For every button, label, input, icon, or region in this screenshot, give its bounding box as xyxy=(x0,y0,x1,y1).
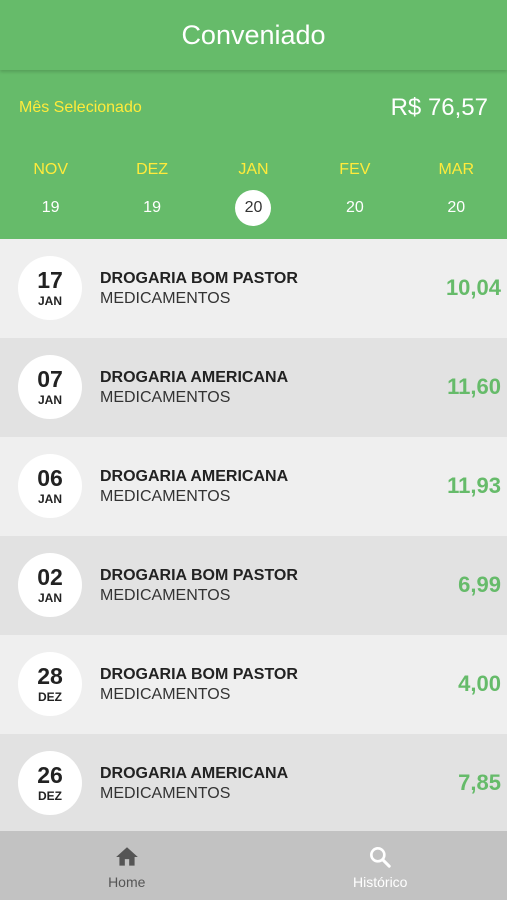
transaction-row[interactable]: 17 JAN DROGARIA BOM PASTOR MEDICAMENTOS … xyxy=(0,239,507,338)
month-tab-jan[interactable]: JAN 20 xyxy=(203,160,304,230)
transaction-amount: 10,04 xyxy=(445,275,501,300)
month-year: 20 xyxy=(447,199,466,216)
transaction-day: 07 xyxy=(37,366,63,392)
date-badge: 06 JAN xyxy=(18,454,82,518)
transaction-month: JAN xyxy=(37,294,62,308)
month-summary: Mês Selecionado R$ 76,57 NOV 19 DEZ 19 J… xyxy=(0,70,507,239)
month-year: 20 xyxy=(345,199,364,216)
month-year: 19 xyxy=(143,199,161,216)
date-badge: 28 DEZ xyxy=(18,652,82,716)
transaction-row[interactable]: 02 JAN DROGARIA BOM PASTOR MEDICAMENTOS … xyxy=(0,536,507,635)
transaction-category: MEDICAMENTOS xyxy=(100,587,231,604)
month-tab-mar[interactable]: MAR 20 xyxy=(406,160,507,230)
month-name: DEZ xyxy=(136,161,169,178)
date-badge: 02 JAN xyxy=(18,553,82,617)
tab-historico[interactable]: Histórico xyxy=(254,831,507,900)
search-icon xyxy=(370,847,391,868)
page-title: Conveniado xyxy=(181,19,326,50)
transaction-day: 28 xyxy=(37,663,63,689)
transaction-month: JAN xyxy=(37,492,62,506)
home-icon xyxy=(115,847,138,866)
transaction-info: DROGARIA AMERICANA MEDICAMENTOS xyxy=(100,764,288,804)
transaction-month: JAN xyxy=(37,591,62,605)
transaction-info: DROGARIA AMERICANA MEDICAMENTOS xyxy=(100,368,288,408)
tab-home-label: Home xyxy=(108,874,146,890)
bottom-tab-bar: Home Histórico xyxy=(0,831,507,900)
transaction-row[interactable]: 07 JAN DROGARIA AMERICANA MEDICAMENTOS 1… xyxy=(0,338,507,437)
transaction-category: MEDICAMENTOS xyxy=(100,389,231,406)
transaction-category: MEDICAMENTOS xyxy=(100,290,231,307)
merchant-name: DROGARIA AMERICANA xyxy=(100,765,289,782)
date-badge: 07 JAN xyxy=(18,355,82,419)
month-name: MAR xyxy=(438,161,475,178)
transaction-info: DROGARIA BOM PASTOR MEDICAMENTOS xyxy=(100,566,298,606)
merchant-name: DROGARIA BOM PASTOR xyxy=(100,270,298,287)
tab-home[interactable]: Home xyxy=(0,831,254,900)
transaction-list: 17 JAN DROGARIA BOM PASTOR MEDICAMENTOS … xyxy=(0,239,507,831)
transaction-day: 26 xyxy=(37,762,63,788)
transaction-day: 17 xyxy=(37,267,63,293)
transaction-month: DEZ xyxy=(38,789,62,803)
month-tab-fev[interactable]: FEV 20 xyxy=(304,160,405,230)
transaction-amount: 11,93 xyxy=(447,473,501,498)
transaction-amount: 6,99 xyxy=(458,572,501,597)
tab-historico-label: Histórico xyxy=(353,874,408,890)
month-year-selected: 20 xyxy=(235,190,272,226)
transaction-day: 06 xyxy=(37,465,63,491)
transaction-info: DROGARIA BOM PASTOR MEDICAMENTOS xyxy=(100,665,298,705)
merchant-name: DROGARIA BOM PASTOR xyxy=(100,567,298,584)
month-name: NOV xyxy=(33,161,69,178)
month-name: JAN xyxy=(238,161,269,178)
merchant-name: DROGARIA BOM PASTOR xyxy=(100,666,298,683)
transaction-category: MEDICAMENTOS xyxy=(100,488,231,505)
date-badge: 26 DEZ xyxy=(18,751,82,815)
merchant-name: DROGARIA AMERICANA xyxy=(100,468,289,485)
date-badge: 17 JAN xyxy=(18,256,82,320)
transaction-day: 02 xyxy=(37,564,63,590)
selected-month-total: R$ 76,57 xyxy=(390,94,488,121)
transaction-amount: 7,85 xyxy=(458,770,501,795)
transaction-amount: 4,00 xyxy=(458,671,501,696)
month-name: FEV xyxy=(339,161,371,178)
app-header: Conveniado xyxy=(0,0,507,70)
month-selector: NOV 19 DEZ 19 JAN 20 FEV 20 MAR 20 xyxy=(0,160,507,230)
month-tab-dez[interactable]: DEZ 19 xyxy=(101,160,202,230)
transaction-row[interactable]: 06 JAN DROGARIA AMERICANA MEDICAMENTOS 1… xyxy=(0,437,507,536)
transaction-category: MEDICAMENTOS xyxy=(100,785,231,802)
transaction-month: JAN xyxy=(37,393,62,407)
transaction-row[interactable]: 26 DEZ DROGARIA AMERICANA MEDICAMENTOS 7… xyxy=(0,734,507,831)
transaction-month: DEZ xyxy=(38,690,62,704)
transaction-info: DROGARIA AMERICANA MEDICAMENTOS xyxy=(100,467,288,507)
transaction-row[interactable]: 28 DEZ DROGARIA BOM PASTOR MEDICAMENTOS … xyxy=(0,635,507,734)
selected-month-label: Mês Selecionado xyxy=(19,99,142,116)
transaction-amount: 11,60 xyxy=(447,374,501,399)
transaction-info: DROGARIA BOM PASTOR MEDICAMENTOS xyxy=(100,269,298,309)
transaction-category: MEDICAMENTOS xyxy=(100,686,231,703)
month-tab-nov[interactable]: NOV 19 xyxy=(0,160,101,230)
merchant-name: DROGARIA AMERICANA xyxy=(100,369,289,386)
month-year: 19 xyxy=(41,199,60,216)
